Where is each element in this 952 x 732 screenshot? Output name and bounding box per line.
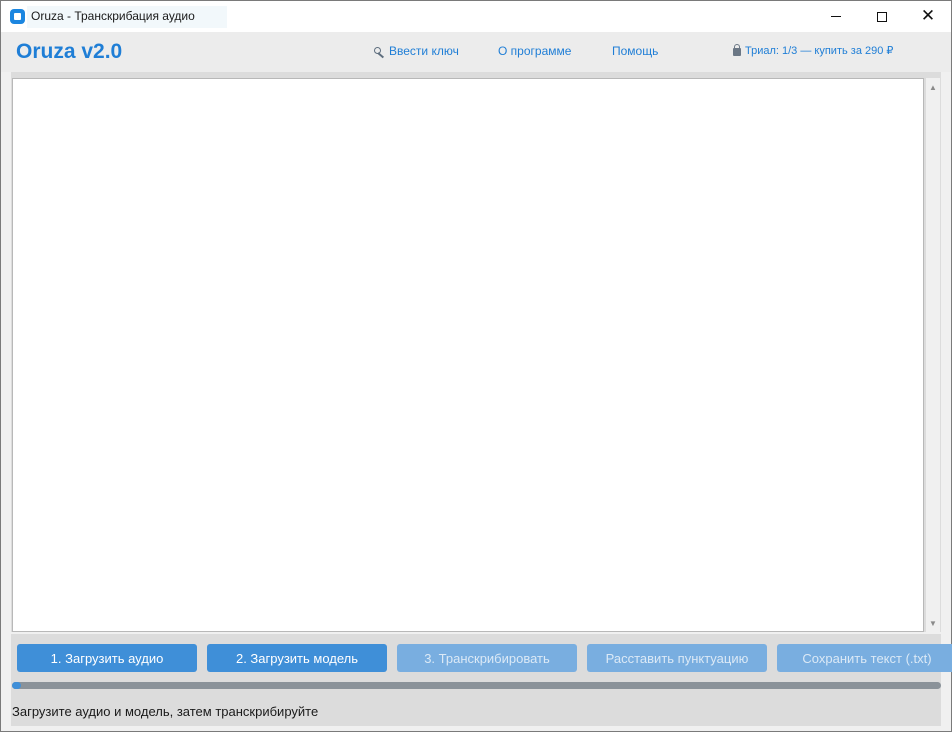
- close-button[interactable]: ✕: [905, 1, 951, 32]
- transcript-textarea[interactable]: [12, 78, 924, 632]
- app-icon: [10, 9, 25, 24]
- maximize-icon: [877, 11, 887, 22]
- about-label: О программе: [498, 44, 572, 58]
- trial-buy-link[interactable]: Триал: 1/3 — купить за 290 ₽: [733, 44, 893, 57]
- key-icon: [374, 46, 385, 58]
- transcript-panel: ▲ ▼: [11, 72, 941, 632]
- help-link[interactable]: Помощь: [612, 44, 658, 58]
- window-title: Oruza - Транскрибация аудио: [31, 9, 195, 23]
- transcribe-button[interactable]: 3. Транскрибировать: [397, 644, 577, 672]
- scroll-down-icon[interactable]: ▼: [926, 616, 940, 630]
- trial-label: Триал: 1/3 — купить за 290 ₽: [745, 45, 894, 57]
- transcript-scrollbar[interactable]: ▲ ▼: [926, 78, 940, 632]
- controls-panel: 1. Загрузить аудио 2. Загрузить модель 3…: [11, 634, 952, 726]
- enter-key-link[interactable]: Ввести ключ: [374, 44, 459, 58]
- help-label: Помощь: [612, 44, 659, 58]
- status-message: Загрузите аудио и модель, затем транскри…: [12, 704, 319, 719]
- brand-title: Oruza v2.0: [16, 40, 123, 63]
- lock-icon: [733, 44, 741, 56]
- enter-key-label: Ввести ключ: [389, 44, 459, 58]
- title-bar: Oruza - Транскрибация аудио ✕: [1, 1, 951, 32]
- minimize-icon: [831, 16, 841, 17]
- save-text-button[interactable]: Сохранить текст (.txt): [777, 644, 952, 672]
- minimize-button[interactable]: [813, 1, 859, 32]
- close-icon: ✕: [920, 6, 936, 26]
- load-model-button[interactable]: 2. Загрузить модель: [207, 644, 387, 672]
- app-header: Oruza v2.0 Ввести ключ О программе Помощ…: [1, 32, 951, 72]
- progress-bar: [12, 682, 941, 689]
- app-window: Oruza - Транскрибация аудио ✕ Oruza v2.0…: [0, 0, 952, 732]
- load-audio-button[interactable]: 1. Загрузить аудио: [17, 644, 197, 672]
- maximize-button[interactable]: [859, 1, 905, 32]
- progress-fill: [12, 682, 22, 689]
- about-link[interactable]: О программе: [498, 44, 571, 58]
- scroll-up-icon[interactable]: ▲: [926, 80, 940, 94]
- punctuate-button[interactable]: Расставить пунктуацию: [587, 644, 767, 672]
